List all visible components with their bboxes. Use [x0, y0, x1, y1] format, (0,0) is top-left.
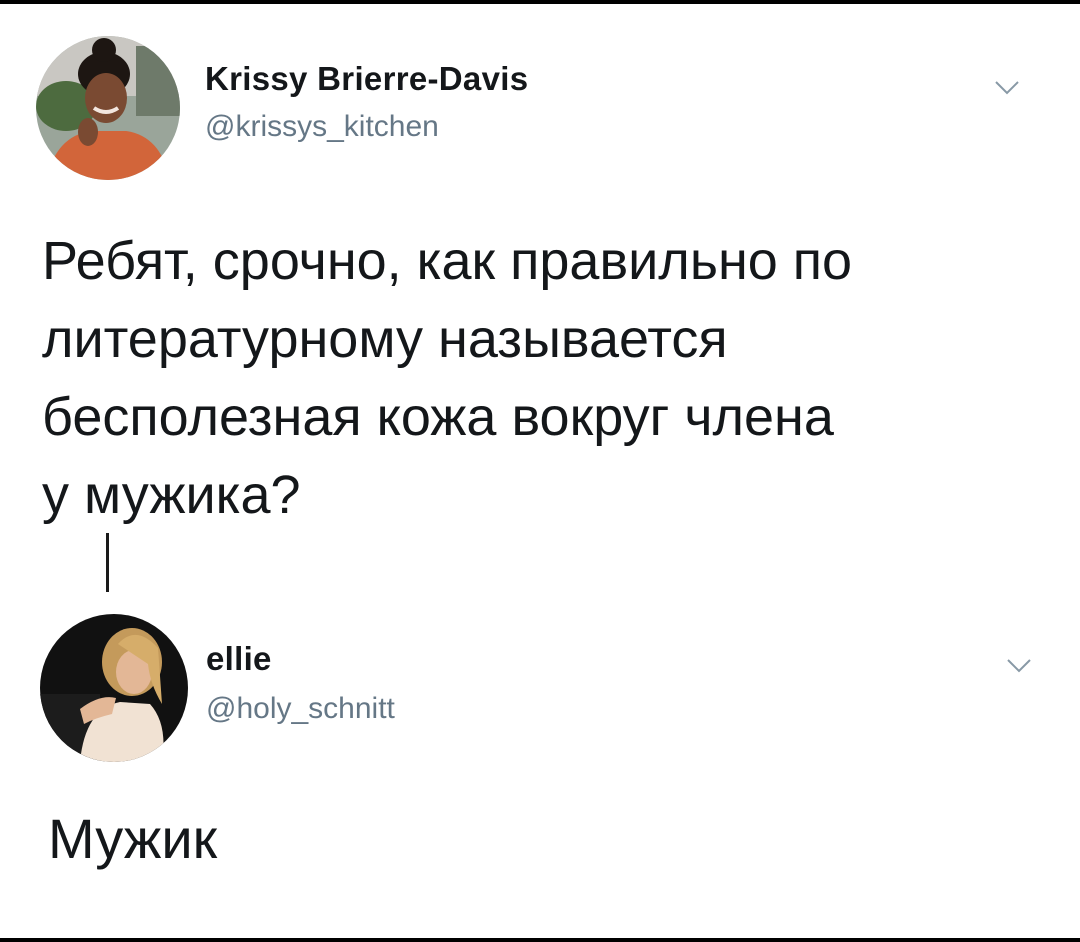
reply-display-name[interactable]: ellie [206, 640, 272, 678]
thread-connector-line [106, 533, 109, 592]
chevron-down-icon[interactable] [994, 80, 1020, 96]
chevron-down-icon[interactable] [1006, 658, 1032, 674]
bottom-border [0, 938, 1080, 942]
tweet-text: Ребят, срочно, как правильно по литерату… [42, 231, 853, 525]
avatar-krissy[interactable] [36, 36, 180, 180]
top-border [0, 0, 1080, 4]
avatar-ellie[interactable] [40, 614, 188, 762]
reply-handle[interactable]: @holy_schnitt [206, 692, 395, 726]
author-handle[interactable]: @krissys_kitchen [205, 110, 439, 144]
reply-text: Мужик [48, 807, 218, 870]
author-display-name[interactable]: Krissy Brierre-Davis [205, 60, 528, 98]
